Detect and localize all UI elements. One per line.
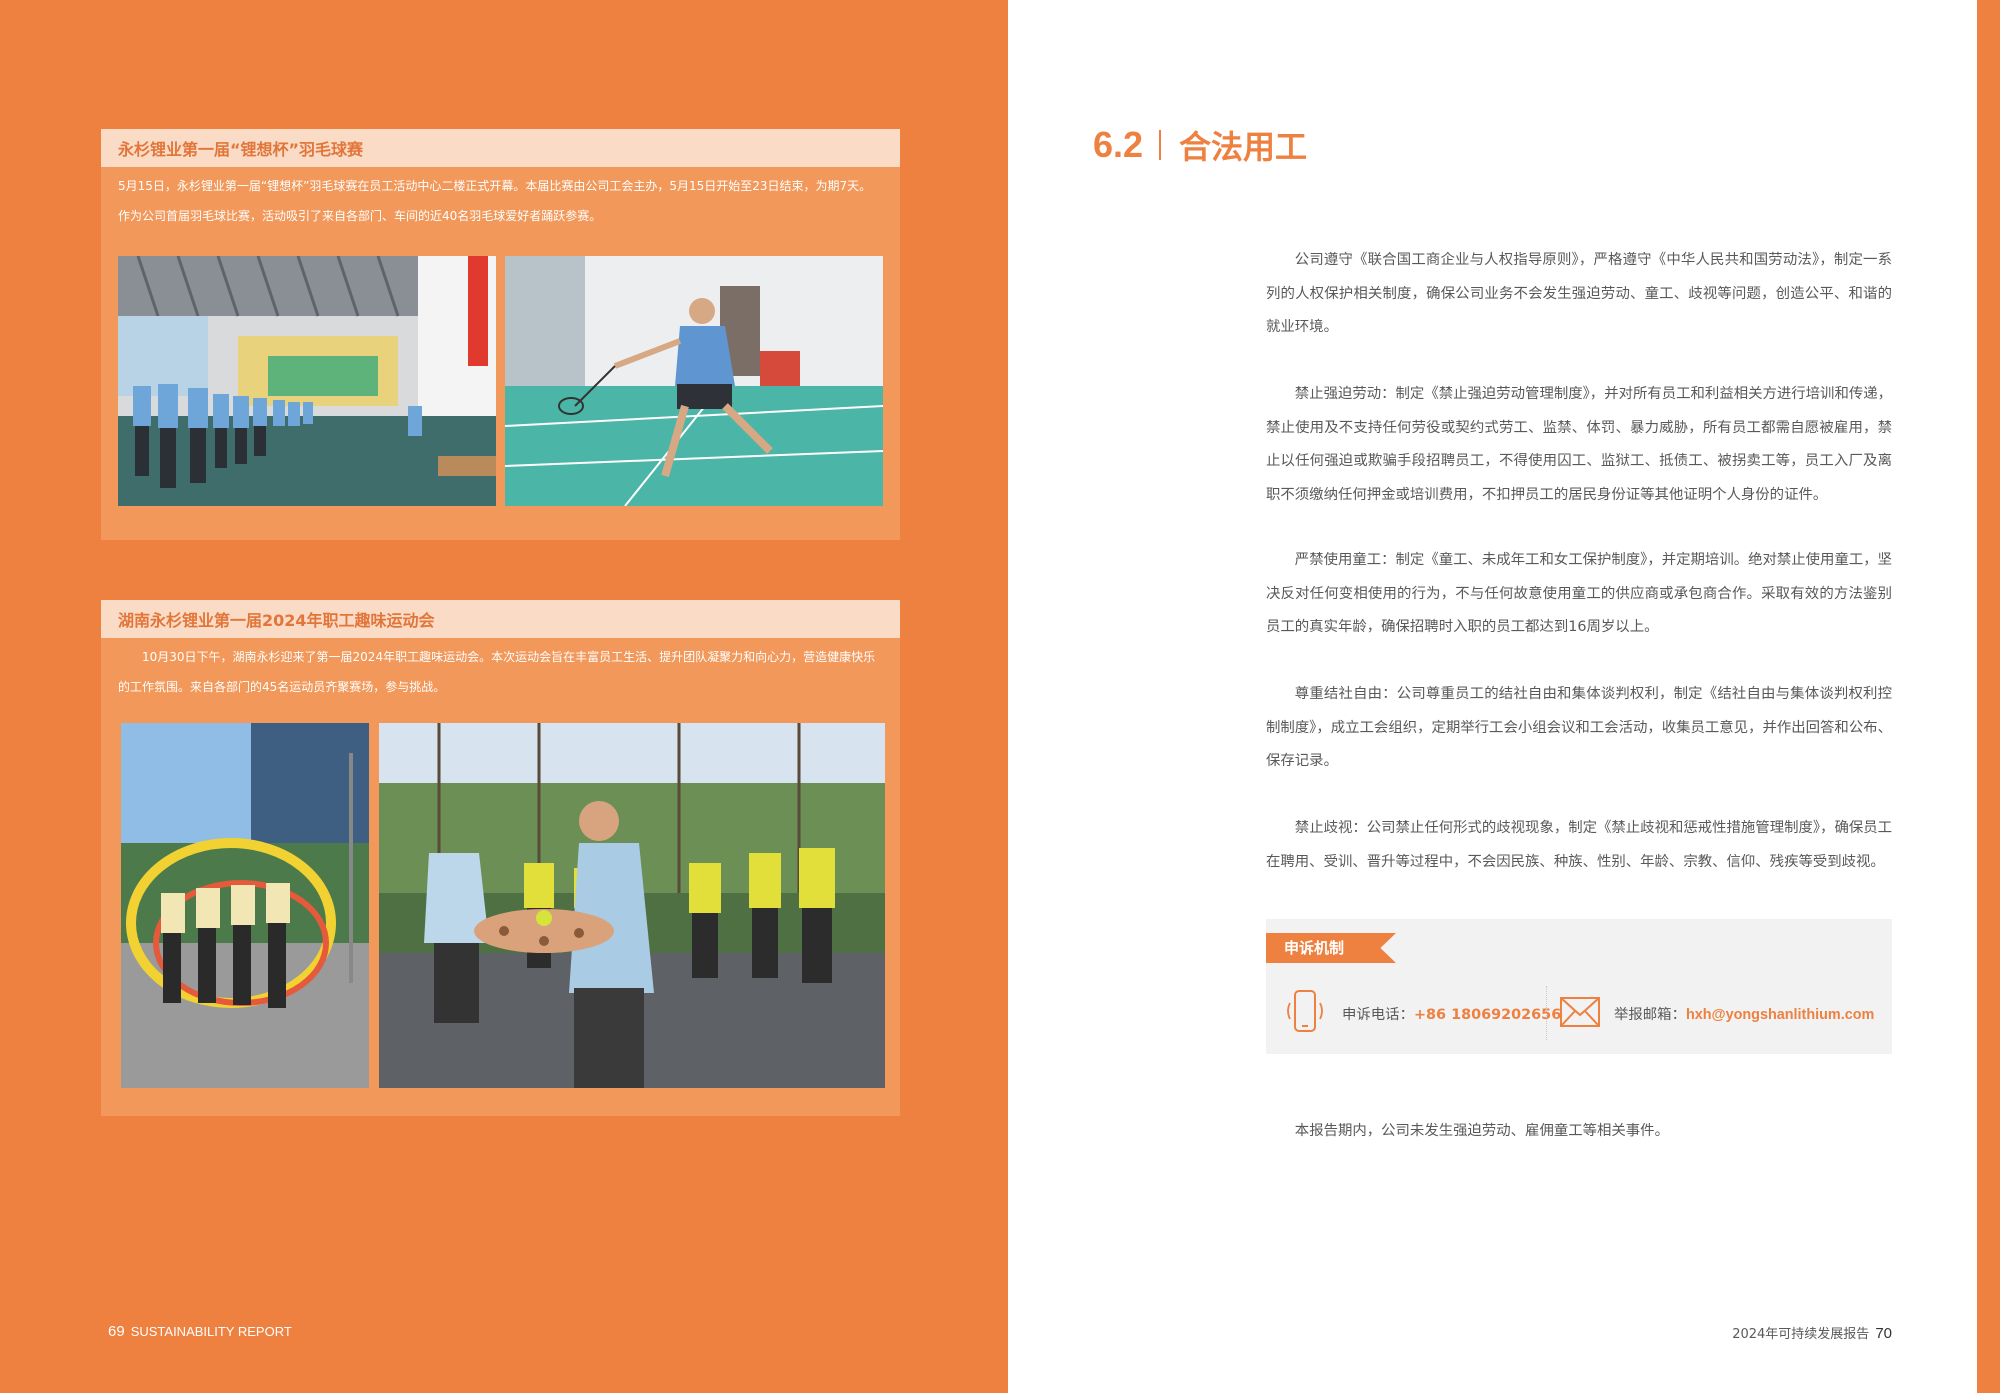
card-title: 永杉锂业第一届“锂想杯”羽毛球赛	[118, 140, 364, 159]
phone-contact: 申诉电话：+86 18069202656	[1342, 1003, 1561, 1024]
card-header: 湖南永杉锂业第一届2024年职工趣味运动会	[101, 600, 900, 638]
team-game-photo	[121, 723, 369, 1088]
phone-icon	[1283, 988, 1327, 1036]
appeal-contacts: 申诉电话：+86 18069202656 举报邮箱：hxh@yongshanli…	[1266, 986, 1892, 1040]
mail-label: 举报邮箱：	[1614, 1007, 1686, 1023]
paragraph-child-labor: 严禁使用童工：制定《童工、未成年工和女工保护制度》，并定期培训。绝对禁止使用童工…	[1266, 552, 1893, 635]
paragraph-association: 尊重结社自由：公司尊重员工的结社自由和集体谈判权利，制定《结社自由与集体谈判权利…	[1266, 686, 1892, 769]
ball-balance-game-photo	[379, 723, 885, 1088]
report-email[interactable]: hxh@yongshanlithium.com	[1686, 1007, 1874, 1023]
mail-icon	[1558, 994, 1602, 1030]
page-footer-left: 69 SUSTAINABILITY REPORT	[108, 1323, 292, 1340]
mail-contact: 举报邮箱：hxh@yongshanlithium.com	[1614, 1003, 1874, 1024]
appeal-tag: 申诉机制	[1266, 933, 1396, 963]
phone-label: 申诉电话：	[1342, 1007, 1414, 1023]
phone-number[interactable]: +86 18069202656	[1414, 1007, 1561, 1023]
paragraph-intro: 公司遵守《联合国工商企业与人权指导原则》，严格遵守《中华人民共和国劳动法》，制定…	[1266, 252, 1892, 335]
section-number: 6.2	[1093, 124, 1144, 165]
page-footer-right: 2024年可持续发展报告 70	[1732, 1323, 1892, 1342]
page-number: 69	[108, 1323, 125, 1340]
sports-meet-card: 湖南永杉锂业第一届2024年职工趣味运动会 10月30日下午，湖南永杉迎来了第一…	[101, 600, 900, 1116]
right-edge-stripe	[1977, 0, 2000, 1393]
card-title: 湖南永杉锂业第一届2024年职工趣味运动会	[118, 611, 435, 630]
card-header: 永杉锂业第一届“锂想杯”羽毛球赛	[101, 129, 900, 167]
section-title: 合法用工	[1179, 128, 1308, 166]
heading-divider	[1159, 130, 1162, 160]
contact-divider	[1546, 986, 1547, 1040]
paragraph-closing: 本报告期内，公司未发生强迫劳动、雇佣童工等相关事件。	[1294, 1123, 1669, 1139]
section-heading: 6.2 合法用工	[1093, 122, 1307, 168]
paragraph-forced-labor: 禁止强迫劳动：制定《禁止强迫劳动管理制度》，并对所有员工和利益相关方进行培训和传…	[1266, 386, 1893, 503]
report-label: SUSTAINABILITY REPORT	[130, 1324, 292, 1339]
card-text: 10月30日下午，湖南永杉迎来了第一届2024年职工趣味运动会。本次运动会旨在丰…	[118, 650, 876, 694]
left-page: 永杉锂业第一届“锂想杯”羽毛球赛 5月15日，永杉锂业第一届“锂想杯”羽毛球赛在…	[0, 0, 1008, 1393]
badminton-ceremony-photo	[118, 256, 496, 506]
page-number: 70	[1875, 1325, 1892, 1342]
card-text: 5月15日，永杉锂业第一届“锂想杯”羽毛球赛在员工活动中心二楼正式开幕。本届比赛…	[118, 179, 872, 223]
appeal-mechanism-box: 申诉机制 申诉电话：+86 18069202656 举报邮箱：hxh@yongs…	[1266, 919, 1892, 1054]
badminton-card: 永杉锂业第一届“锂想杯”羽毛球赛 5月15日，永杉锂业第一届“锂想杯”羽毛球赛在…	[101, 129, 900, 540]
paragraph-discrimination: 禁止歧视：公司禁止任何形式的歧视现象，制定《禁止歧视和惩戒性措施管理制度》，确保…	[1266, 820, 1893, 870]
report-label: 2024年可持续发展报告	[1732, 1327, 1870, 1342]
badminton-player-photo	[505, 256, 883, 506]
